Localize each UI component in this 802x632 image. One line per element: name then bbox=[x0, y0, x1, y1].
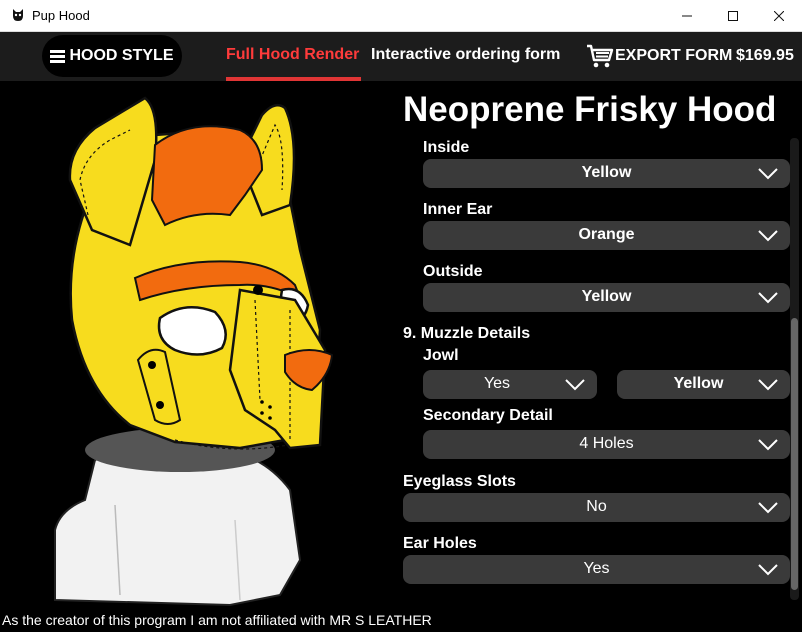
outside-value: Yellow bbox=[581, 288, 632, 305]
shopping-cart-icon bbox=[587, 44, 614, 68]
section-muzzle-details-heading: 9. Muzzle Details bbox=[403, 325, 531, 342]
ear-holes-value: Yes bbox=[583, 560, 610, 577]
jowl-select[interactable]: Yes bbox=[423, 370, 597, 399]
maximize-button[interactable] bbox=[710, 0, 756, 32]
form-scrollbar-thumb[interactable] bbox=[791, 318, 798, 590]
chevron-down-icon bbox=[758, 230, 778, 242]
hood-style-label: HOOD STYLE bbox=[69, 47, 174, 64]
tab-interactive-ordering-form[interactable]: Interactive ordering form bbox=[371, 46, 560, 64]
chevron-down-icon bbox=[758, 379, 778, 391]
inside-select[interactable]: Yellow bbox=[423, 159, 790, 188]
chevron-down-icon bbox=[758, 439, 778, 451]
hood-render-view bbox=[0, 81, 400, 611]
inside-value: Yellow bbox=[581, 164, 632, 181]
ear-holes-select[interactable]: Yes bbox=[403, 555, 790, 584]
tab-full-hood-render[interactable]: Full Hood Render bbox=[226, 46, 359, 64]
pup-logo-icon bbox=[13, 9, 23, 21]
chevron-down-icon bbox=[758, 564, 778, 576]
chevron-down-icon bbox=[758, 292, 778, 304]
top-nav: HOOD STYLE Full Hood Render Interactive … bbox=[0, 32, 802, 81]
price-total: $169.95 bbox=[736, 47, 794, 64]
secondary-detail-label: Secondary Detail bbox=[423, 407, 553, 424]
inner-ear-label: Inner Ear bbox=[423, 201, 493, 218]
inner-ear-value: Orange bbox=[578, 226, 635, 243]
ear-holes-label: Ear Holes bbox=[403, 535, 477, 552]
eyeglass-slots-label: Eyeglass Slots bbox=[403, 473, 516, 490]
jowl-color-select[interactable]: Yellow bbox=[617, 370, 790, 399]
close-button[interactable] bbox=[756, 0, 802, 32]
maximize-icon bbox=[728, 11, 738, 21]
chevron-down-icon bbox=[565, 379, 585, 391]
footer-disclaimer: As the creator of this program I am not … bbox=[2, 612, 432, 628]
hamburger-menu-icon bbox=[50, 49, 66, 63]
outside-label: Outside bbox=[423, 263, 483, 280]
close-icon bbox=[774, 11, 784, 21]
chevron-down-icon bbox=[758, 502, 778, 514]
hood-illustration bbox=[54, 96, 334, 607]
eyeglass-slots-value: No bbox=[586, 498, 607, 515]
minimize-button[interactable] bbox=[664, 0, 710, 32]
export-form-label: EXPORT FORM bbox=[615, 47, 733, 64]
eyeglass-slots-select[interactable]: No bbox=[403, 493, 790, 522]
secondary-detail-select[interactable]: 4 Holes bbox=[423, 430, 790, 459]
product-title: Neoprene Frisky Hood bbox=[403, 90, 777, 129]
jowl-label: Jowl bbox=[423, 347, 459, 364]
inner-ear-select[interactable]: Orange bbox=[423, 221, 790, 250]
secondary-detail-value: 4 Holes bbox=[579, 435, 634, 452]
window-title: Pup Hood bbox=[32, 8, 90, 23]
chevron-down-icon bbox=[758, 168, 778, 180]
title-bar: Pup Hood bbox=[0, 0, 802, 32]
hood-left-eye bbox=[157, 305, 227, 356]
hood-style-button[interactable]: HOOD STYLE bbox=[42, 35, 182, 77]
inside-label: Inside bbox=[423, 139, 470, 156]
minimize-icon bbox=[682, 15, 692, 17]
outside-select[interactable]: Yellow bbox=[423, 283, 790, 312]
export-form-button[interactable]: EXPORT FORM bbox=[586, 42, 732, 70]
